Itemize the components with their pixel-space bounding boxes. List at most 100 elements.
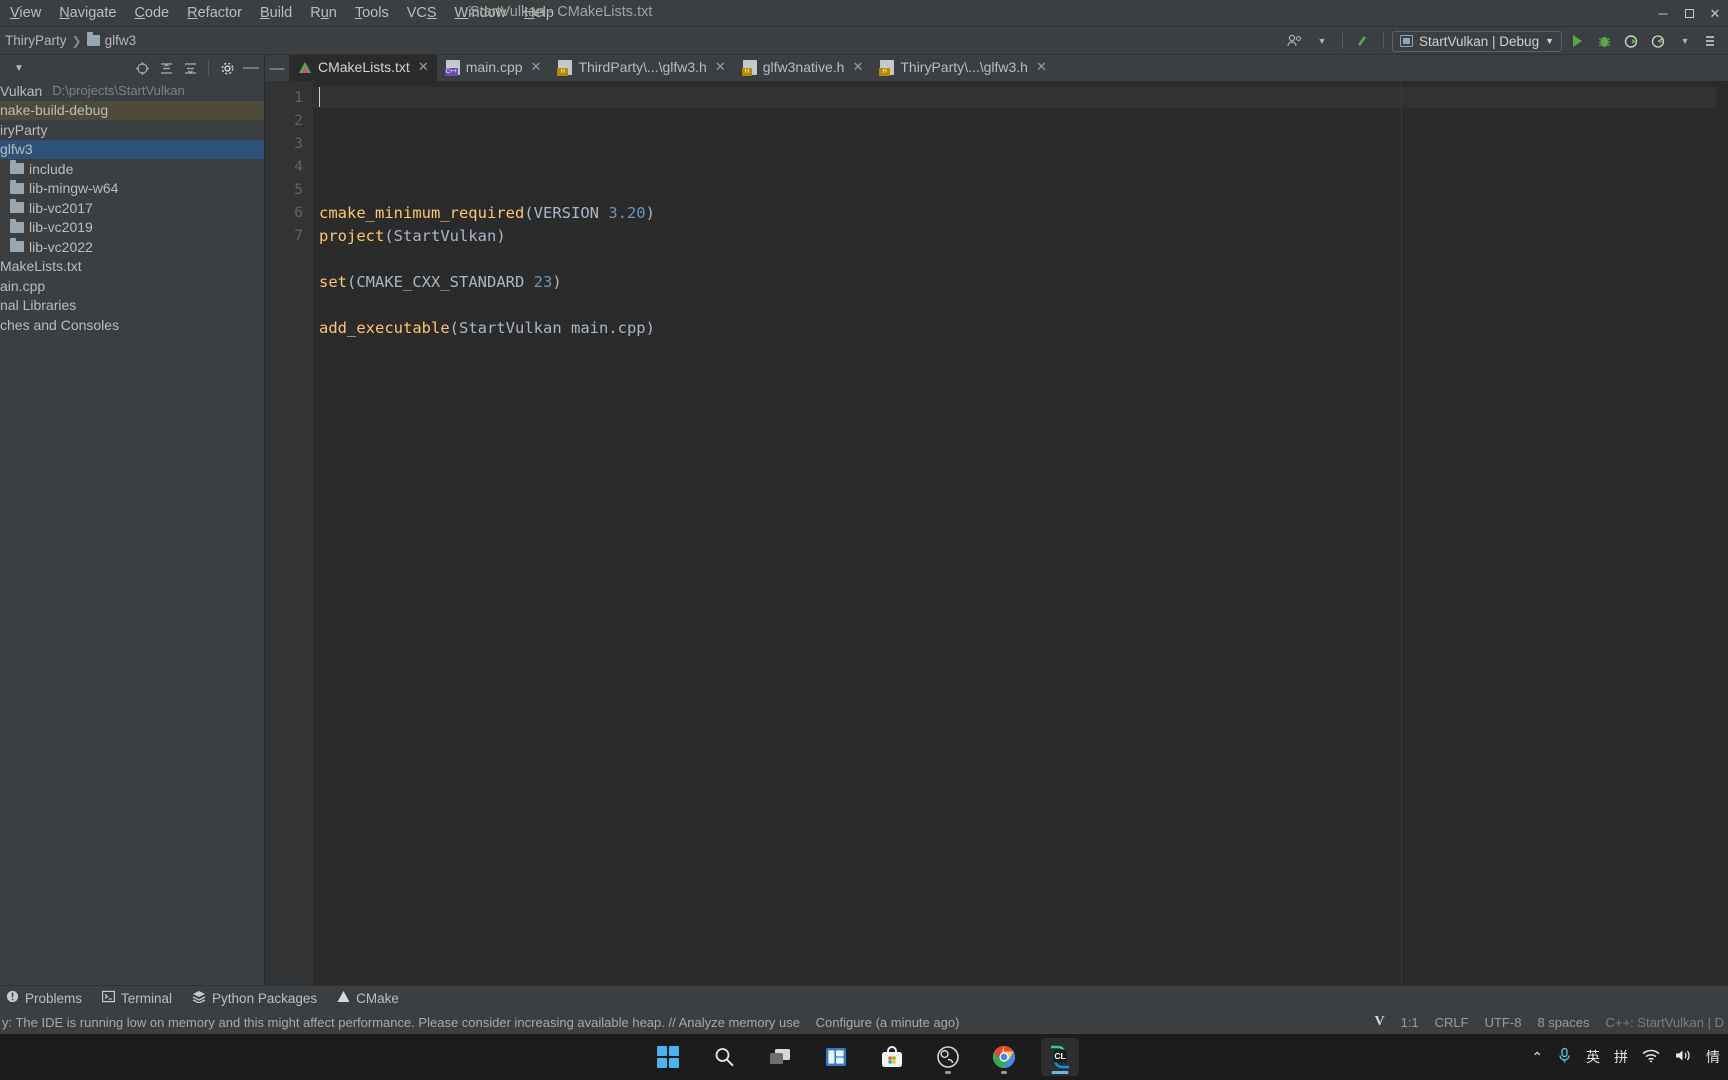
store-button[interactable]	[873, 1038, 911, 1076]
terminal-icon	[102, 990, 116, 1006]
tray-volume-icon[interactable]	[1674, 1048, 1692, 1066]
start-button[interactable]	[649, 1038, 687, 1076]
search-button[interactable]	[705, 1038, 743, 1076]
maximize-button[interactable]	[1676, 0, 1702, 27]
toolbar-separator-2	[1383, 33, 1384, 49]
tray-chevron-up-icon[interactable]: ⌃	[1531, 1049, 1543, 1066]
gear-icon[interactable]	[216, 57, 238, 79]
tree-item[interactable]: MakeLists.txt	[0, 257, 264, 277]
close-tab-icon[interactable]: ✕	[715, 59, 726, 75]
toolbar-separator	[1342, 33, 1343, 49]
profile-icon[interactable]	[1646, 29, 1670, 53]
menu-item-run[interactable]: Run	[302, 2, 345, 24]
close-tab-icon[interactable]: ✕	[531, 59, 542, 75]
tray-wifi-icon[interactable]	[1642, 1049, 1660, 1066]
indent-setting[interactable]: 8 spaces	[1537, 1015, 1589, 1030]
hide-tabs-icon[interactable]: —	[265, 55, 289, 81]
code-line: set(CMAKE_CXX_STANDARD 23)	[319, 273, 562, 291]
editor-tab-bar: — CMakeLists.txt✕main.cpp✕ThirdParty\...…	[265, 55, 1728, 81]
editor-tab[interactable]: ThirdParty\...\glfw3.h ✕	[549, 55, 733, 81]
close-tab-icon[interactable]: ✕	[1036, 59, 1047, 75]
chevron-down-icon[interactable]: ▼	[1310, 29, 1334, 53]
breadcrumb-separator: ❯	[71, 33, 82, 48]
breadcrumb-item-1[interactable]: glfw3	[105, 33, 137, 48]
tree-item[interactable]: Vulkan D:\projects\StartVulkan	[0, 81, 264, 101]
vcs-branch-icon[interactable]: V	[1374, 1014, 1384, 1030]
tray-mic-icon[interactable]	[1557, 1047, 1572, 1067]
tree-item-label: lib-mingw-w64	[29, 180, 119, 197]
menu-item-code[interactable]: Code	[126, 2, 177, 24]
chevron-down-icon[interactable]: ▼	[1545, 36, 1554, 46]
hide-panel-icon[interactable]: —	[240, 57, 262, 79]
packages-icon	[192, 990, 206, 1006]
caret-position[interactable]: 1:1	[1401, 1015, 1419, 1030]
project-tree[interactable]: Vulkan D:\projects\StartVulkan nake-build-…	[0, 81, 264, 985]
widgets-button[interactable]	[817, 1038, 855, 1076]
folder-icon	[10, 179, 24, 194]
account-icon[interactable]	[1283, 29, 1307, 53]
close-button[interactable]: ✕	[1702, 0, 1728, 27]
breadcrumb-item-0[interactable]: ThiryParty	[5, 33, 67, 48]
code-line: project(StartVulkan)	[319, 227, 506, 245]
current-line-highlight	[313, 87, 1728, 108]
tree-item[interactable]: glfw3	[0, 139, 264, 159]
tree-item[interactable]: lib-vc2017	[0, 198, 264, 218]
coverage-icon[interactable]	[1619, 29, 1643, 53]
tree-item[interactable]: nal Libraries	[0, 296, 264, 316]
chevron-down-icon-2[interactable]: ▼	[1673, 29, 1697, 53]
line-separator[interactable]: CRLF	[1435, 1015, 1469, 1030]
tray-ime-panel-icon[interactable]: 情	[1706, 1047, 1720, 1067]
code-area[interactable]: cmake_minimum_required(VERSION 3.20) proj…	[313, 81, 1728, 985]
chevron-down-icon[interactable]: ▼	[14, 63, 24, 74]
menu-item-refactor[interactable]: Refactor	[179, 2, 250, 24]
toolchain-status[interactable]: C++: StartVulkan | D	[1605, 1015, 1724, 1030]
running-indicator-2	[1001, 1071, 1007, 1074]
tree-item[interactable]: lib-vc2022	[0, 237, 264, 257]
target-icon[interactable]	[131, 57, 153, 79]
run-configuration-selector[interactable]: StartVulkan | Debug ▼	[1392, 30, 1562, 52]
tree-item[interactable]: iryParty	[0, 120, 264, 140]
tool-button-terminal[interactable]: Terminal	[102, 990, 172, 1006]
update-arrow-icon[interactable]	[1351, 29, 1375, 53]
tool-button-python-packages[interactable]: Python Packages	[192, 990, 317, 1006]
file-encoding[interactable]: UTF-8	[1485, 1015, 1522, 1030]
clion-button[interactable]: CL	[1041, 1038, 1079, 1076]
task-view-button[interactable]	[761, 1038, 799, 1076]
tree-item[interactable]: nake-build-debug	[0, 100, 264, 120]
tree-item[interactable]: lib-mingw-w64	[0, 179, 264, 199]
tree-item[interactable]: include	[0, 159, 264, 179]
windows-taskbar: CL ⌃ 英 拼 情	[0, 1034, 1728, 1080]
menu-item-vcs[interactable]: VCS	[399, 2, 445, 24]
editor-tab[interactable]: CMakeLists.txt ✕	[289, 55, 437, 81]
minimize-button[interactable]: ─	[1650, 0, 1676, 27]
navigation-bar: ThiryParty ❯ glfw3 ▼ StartVulkan | Debug…	[0, 27, 1728, 55]
run-icon[interactable]	[1565, 29, 1589, 53]
editor-tab[interactable]: main.cpp ✕	[437, 55, 550, 81]
menu-item-view[interactable]: VViewiew	[2, 2, 49, 24]
more-actions-icon[interactable]	[1700, 29, 1724, 53]
close-tab-icon[interactable]: ✕	[852, 59, 863, 75]
editor-body: 1 2 3 4 5 6 7 cmake_minimum_required(VERSION 3…	[265, 81, 1728, 985]
editor-tab[interactable]: ThiryParty\...\glfw3.h ✕	[871, 55, 1055, 81]
status-configure-link[interactable]: Configure (a minute ago)	[804, 1015, 960, 1030]
tool-button-cmake[interactable]: CMake	[337, 990, 399, 1006]
tray-ime-pinyin[interactable]: 拼	[1614, 1047, 1628, 1067]
tree-item[interactable]: ain.cpp	[0, 276, 264, 296]
menu-item-tools[interactable]: Tools	[347, 2, 397, 24]
chrome-button[interactable]	[985, 1038, 1023, 1076]
line-number: 4	[294, 159, 303, 175]
expand-all-icon[interactable]	[155, 57, 177, 79]
menu-item-navigate[interactable]: Navigate	[51, 2, 124, 24]
editor-tab[interactable]: glfw3native.h ✕	[734, 55, 872, 81]
menu-item-build[interactable]: Build	[252, 2, 300, 24]
menu-bar: VViewiew Navigate Code Refactor Build Ru…	[0, 0, 1728, 27]
close-tab-icon[interactable]: ✕	[418, 59, 429, 75]
tool-button-problems[interactable]: Problems	[6, 990, 82, 1006]
debug-icon[interactable]	[1592, 29, 1616, 53]
collapse-all-icon[interactable]	[179, 57, 201, 79]
tree-item[interactable]: ches and Consoles	[0, 315, 264, 335]
tray-ime-english[interactable]: 英	[1586, 1047, 1600, 1067]
obs-button[interactable]	[929, 1038, 967, 1076]
error-stripe[interactable]	[1716, 81, 1728, 985]
tree-item[interactable]: lib-vc2019	[0, 218, 264, 238]
